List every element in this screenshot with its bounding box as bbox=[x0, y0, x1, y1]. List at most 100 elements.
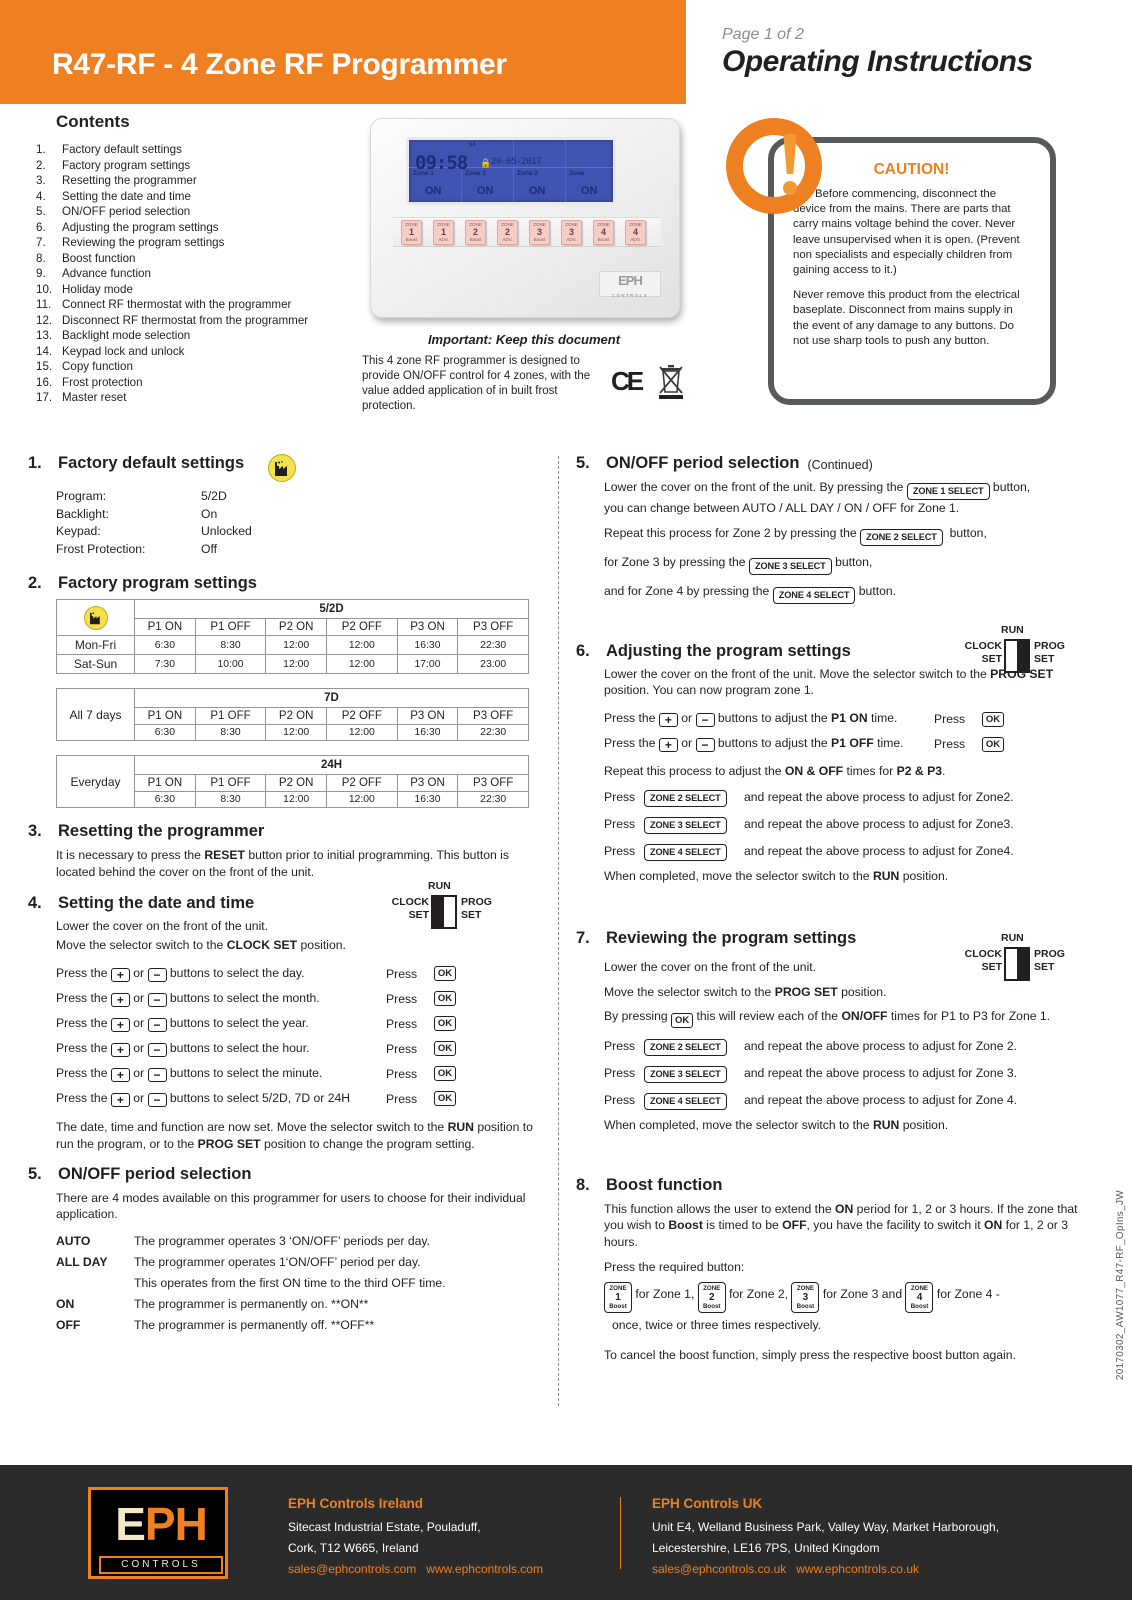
minus-key[interactable]: − bbox=[147, 967, 167, 982]
device-key-zone-4-adv[interactable]: ZONE 4 ADV. bbox=[625, 220, 646, 245]
selector-switch-prog-set-2[interactable]: RUN CLOCK SET PROG SET bbox=[956, 932, 1076, 994]
email-link-ireland[interactable]: sales@ephcontrols.com bbox=[288, 1562, 416, 1576]
zone-2-boost-key[interactable]: ZONE 2 Boost bbox=[697, 1281, 726, 1313]
zone-select-row: Press ZONE 4 SELECT and repeat the above p… bbox=[604, 841, 1086, 862]
switch-body[interactable] bbox=[1004, 638, 1030, 673]
table-row: Mon-Fri 6:30 8:30 12:00 12:00 16:30 22:30 bbox=[56, 635, 529, 655]
device-key-zone-2-boost[interactable]: ZONE 2 Boost bbox=[465, 220, 486, 245]
ok-key[interactable]: OK bbox=[671, 1013, 694, 1029]
contents-item[interactable]: 1. Factory default settings bbox=[32, 142, 372, 158]
ok-key[interactable]: OK bbox=[982, 711, 1004, 727]
ok-key[interactable]: OK bbox=[982, 736, 1004, 752]
zone-4-select-key[interactable]: ZONE 4 SELECT bbox=[772, 586, 856, 604]
website-link-ireland[interactable]: www.ephcontrols.com bbox=[426, 1562, 543, 1576]
contents-item[interactable]: 8. Boost function bbox=[32, 251, 372, 267]
plus-key[interactable]: + bbox=[110, 1067, 130, 1082]
contents-item[interactable]: 3. Resetting the programmer bbox=[32, 173, 372, 189]
contents-item[interactable]: 7. Reviewing the program settings bbox=[32, 235, 372, 251]
zone-1-boost-key[interactable]: ZONE 1 Boost bbox=[604, 1281, 632, 1313]
zone-3-boost-key[interactable]: ZONE 3 Boost bbox=[791, 1281, 820, 1313]
contents-item-number: 14. bbox=[36, 344, 53, 358]
or-label: or bbox=[133, 1065, 145, 1080]
plus-key[interactable]: + bbox=[110, 1042, 130, 1057]
zone-2-select-key[interactable]: ZONE 2 SELECT bbox=[644, 790, 727, 808]
sec5c-4a: and for Zone 4 by pressing the bbox=[604, 583, 770, 598]
contents-item[interactable]: 15. Copy function bbox=[32, 359, 372, 375]
selector-switch-prog-set-1[interactable]: RUN CLOCK SET PROG SET bbox=[956, 624, 1076, 686]
minus-key[interactable]: − bbox=[147, 1092, 167, 1107]
minus-key[interactable]: − bbox=[147, 992, 167, 1007]
setting-label: Frost Protection: bbox=[56, 541, 146, 556]
contents-item[interactable]: 11. Connect RF thermostat with the progra… bbox=[32, 297, 372, 313]
minus-key[interactable]: − bbox=[147, 1067, 167, 1082]
zone-2-select-key[interactable]: ZONE 2 SELECT bbox=[644, 1039, 727, 1057]
zone-3-select-key[interactable]: ZONE 3 SELECT bbox=[644, 817, 727, 835]
contents-item[interactable]: 12. Disconnect RF thermostat from the pro… bbox=[32, 313, 372, 329]
ok-key[interactable]: OK bbox=[434, 1016, 456, 1032]
contents-item[interactable]: 6. Adjusting the program settings bbox=[32, 220, 372, 236]
ok-key[interactable]: OK bbox=[434, 1066, 456, 1082]
zone-1-select-key[interactable]: ZONE 1 SELECT bbox=[906, 483, 990, 500]
key-function-word: Boost bbox=[405, 236, 418, 242]
contents-item-label: Keypad lock and unlock bbox=[62, 344, 185, 358]
switch-body[interactable] bbox=[1004, 946, 1030, 981]
plus-key[interactable]: + bbox=[110, 967, 130, 982]
zone-4-boost-key[interactable]: ZONE 4 Boost bbox=[905, 1281, 934, 1313]
contents-item[interactable]: 4. Setting the date and time bbox=[32, 189, 372, 205]
minus-key[interactable]: − bbox=[695, 713, 715, 728]
device-key-zone-3-boost[interactable]: ZONE 3 Boost bbox=[529, 220, 550, 245]
contents-item[interactable]: 16. Frost protection bbox=[32, 375, 372, 391]
zone-2-select-key[interactable]: ZONE 2 SELECT bbox=[860, 528, 943, 546]
zone-4-select-key[interactable]: ZONE 4 SELECT bbox=[644, 1093, 727, 1111]
device-key-zone-2-adv[interactable]: ZONE 2 ADV. bbox=[497, 220, 518, 245]
zone-3-select-key[interactable]: ZONE 3 SELECT bbox=[748, 557, 832, 575]
contents-item[interactable]: 17. Master reset bbox=[32, 390, 372, 406]
minus-key[interactable]: − bbox=[147, 1017, 167, 1032]
zone-3-select-key[interactable]: ZONE 3 SELECT bbox=[644, 1066, 727, 1084]
email-link-uk[interactable]: sales@ephcontrols.co.uk bbox=[652, 1562, 786, 1576]
minus-key[interactable]: − bbox=[147, 1042, 167, 1057]
contents-item-label: Adjusting the program settings bbox=[62, 220, 219, 234]
top-section: Contents 1. Factory default settings 2. Fac… bbox=[0, 104, 1132, 454]
plus-key[interactable]: + bbox=[110, 1017, 130, 1032]
contents-item-label: Holiday mode bbox=[62, 282, 133, 296]
device-key-zone-4-boost[interactable]: ZONE 4 Boost bbox=[593, 220, 614, 245]
ok-key[interactable]: OK bbox=[434, 1041, 456, 1057]
device-key-zone-1-boost[interactable]: ZONE 1 Boost bbox=[401, 220, 422, 245]
plus-key[interactable]: + bbox=[110, 992, 130, 1007]
contents-item[interactable]: 2. Factory program settings bbox=[32, 158, 372, 174]
minus-key[interactable]: − bbox=[695, 738, 715, 753]
switch-body[interactable] bbox=[431, 895, 457, 930]
lcd-zone-label-1: Zone 1 bbox=[413, 170, 434, 177]
table-cell-time: 12:00 bbox=[265, 635, 328, 655]
website-link-uk[interactable]: www.ephcontrols.co.uk bbox=[796, 1562, 919, 1576]
mode-row: ALL DAY The programmer operates 1‘ON/OFF’… bbox=[56, 1252, 538, 1273]
switch-prog-set-label: PROG SET bbox=[1034, 639, 1065, 665]
section-8-press-required: Press the required button: bbox=[604, 1259, 745, 1274]
contents-item[interactable]: 14. Keypad lock and unlock bbox=[32, 344, 372, 360]
or-label: or bbox=[133, 965, 145, 980]
plus-key[interactable]: + bbox=[658, 713, 678, 728]
zone-4-select-key[interactable]: ZONE 4 SELECT bbox=[644, 844, 727, 862]
device-key-zone-1-adv[interactable]: ZONE 1 ADV. bbox=[433, 220, 454, 245]
ok-key[interactable]: OK bbox=[434, 966, 456, 982]
table-cell-time: 12:00 bbox=[326, 724, 398, 741]
contents-item-label: Copy function bbox=[62, 360, 133, 373]
contents-item[interactable]: 9. Advance function bbox=[32, 266, 372, 282]
contents-item-label: Setting the date and time bbox=[62, 189, 191, 203]
ok-key[interactable]: OK bbox=[434, 1091, 456, 1107]
contents-item[interactable]: 5. ON/OFF period selection bbox=[32, 204, 372, 220]
contents-item[interactable]: 10. Holiday mode bbox=[32, 282, 372, 298]
ok-key[interactable]: OK bbox=[434, 991, 456, 1007]
table-cell-time: 7:30 bbox=[134, 654, 196, 674]
plus-key[interactable]: + bbox=[110, 1092, 130, 1107]
key-zone-number: 1 bbox=[615, 1292, 621, 1304]
or-label: or bbox=[133, 1015, 145, 1030]
plus-key[interactable]: + bbox=[658, 738, 678, 753]
sec7-3b: this will review each of the bbox=[696, 1009, 842, 1024]
contents-item[interactable]: 13. Backlight mode selection bbox=[32, 328, 372, 344]
selector-switch-clock-set[interactable]: RUN CLOCK SET PROG SET bbox=[383, 880, 503, 942]
device-key-zone-3-adv[interactable]: ZONE 3 ADV. bbox=[561, 220, 582, 245]
section-4-step-row: Press the + or − buttons to select the y… bbox=[56, 1011, 538, 1036]
mode-row: OFF The programmer is permanently off. **… bbox=[56, 1315, 538, 1336]
